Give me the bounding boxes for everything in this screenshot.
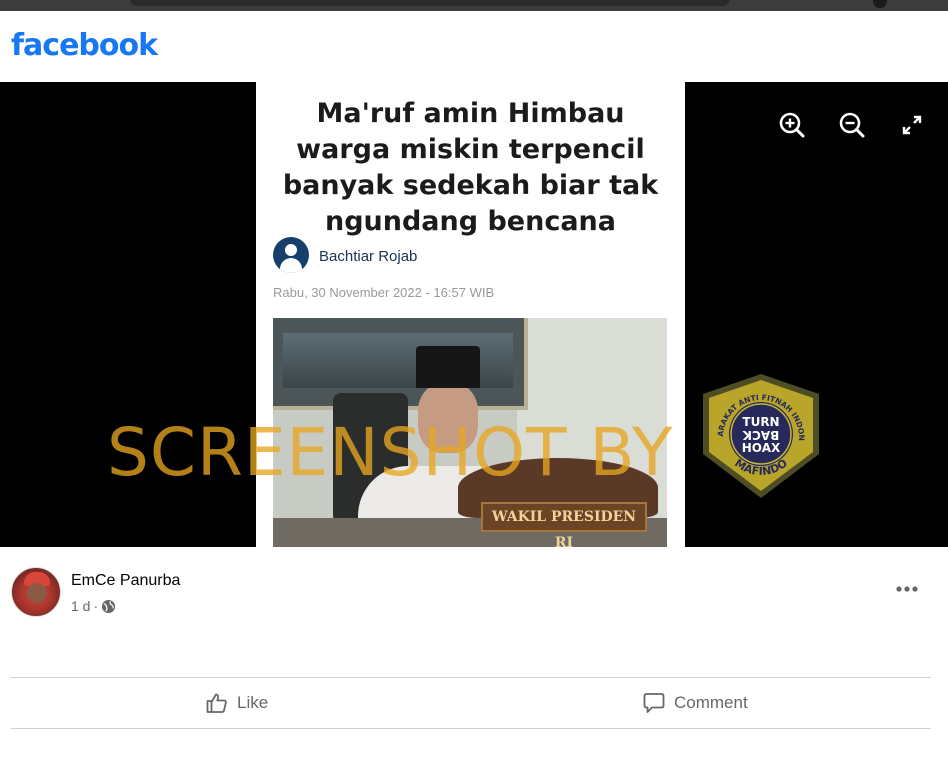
zoom-out-icon[interactable] — [836, 109, 868, 141]
globe-icon[interactable] — [101, 599, 116, 614]
divider — [11, 677, 931, 678]
meta-separator: · — [93, 598, 99, 614]
author-avatar-icon — [273, 237, 309, 273]
thumbs-up-icon — [206, 693, 227, 713]
post-meta: 1 d · — [71, 598, 116, 614]
badge-center-line-3: HOAX — [742, 441, 781, 455]
comment-label: Comment — [674, 693, 748, 712]
post-time[interactable]: 1 d — [71, 598, 90, 614]
divider — [11, 728, 931, 729]
like-label: Like — [237, 693, 269, 712]
like-button[interactable]: Like — [205, 688, 268, 718]
mafindo-badge: MASYARAKAT ANTI FITNAH INDONESIA MAFINDO… — [697, 372, 819, 498]
profile-icon[interactable] — [873, 0, 887, 8]
zoom-in-icon[interactable] — [776, 109, 808, 141]
browser-toolbar — [0, 0, 948, 11]
article-date: Rabu, 30 November 2022 - 16:57 WIB — [273, 285, 495, 300]
poster-name[interactable]: EmCe Panurba — [71, 572, 180, 590]
photo-viewer: Ma'ruf amin Himbau warga miskin terpenci… — [0, 82, 948, 547]
badge-center-line-2: BACK — [742, 428, 779, 442]
avatar[interactable] — [11, 567, 61, 617]
facebook-logo[interactable]: facebook — [11, 28, 158, 63]
comment-button[interactable]: Comment — [642, 688, 748, 718]
badge-center-line-1: TURN — [742, 415, 779, 429]
watermark-text: SCREENSHOT BY — [107, 414, 674, 491]
article-author: Bachtiar Rojab — [319, 248, 418, 265]
address-bar[interactable] — [130, 0, 730, 6]
article-headline: Ma'ruf amin Himbau warga miskin terpenci… — [282, 98, 659, 237]
top-bar: facebook — [0, 11, 948, 82]
more-options-icon[interactable] — [889, 577, 925, 601]
name-plaque: WAKIL PRESIDEN RI — [481, 502, 647, 547]
post-panel: EmCe Panurba 1 d · Like Comment — [0, 547, 948, 770]
fullscreen-icon[interactable] — [896, 109, 928, 141]
comment-icon — [643, 693, 665, 713]
